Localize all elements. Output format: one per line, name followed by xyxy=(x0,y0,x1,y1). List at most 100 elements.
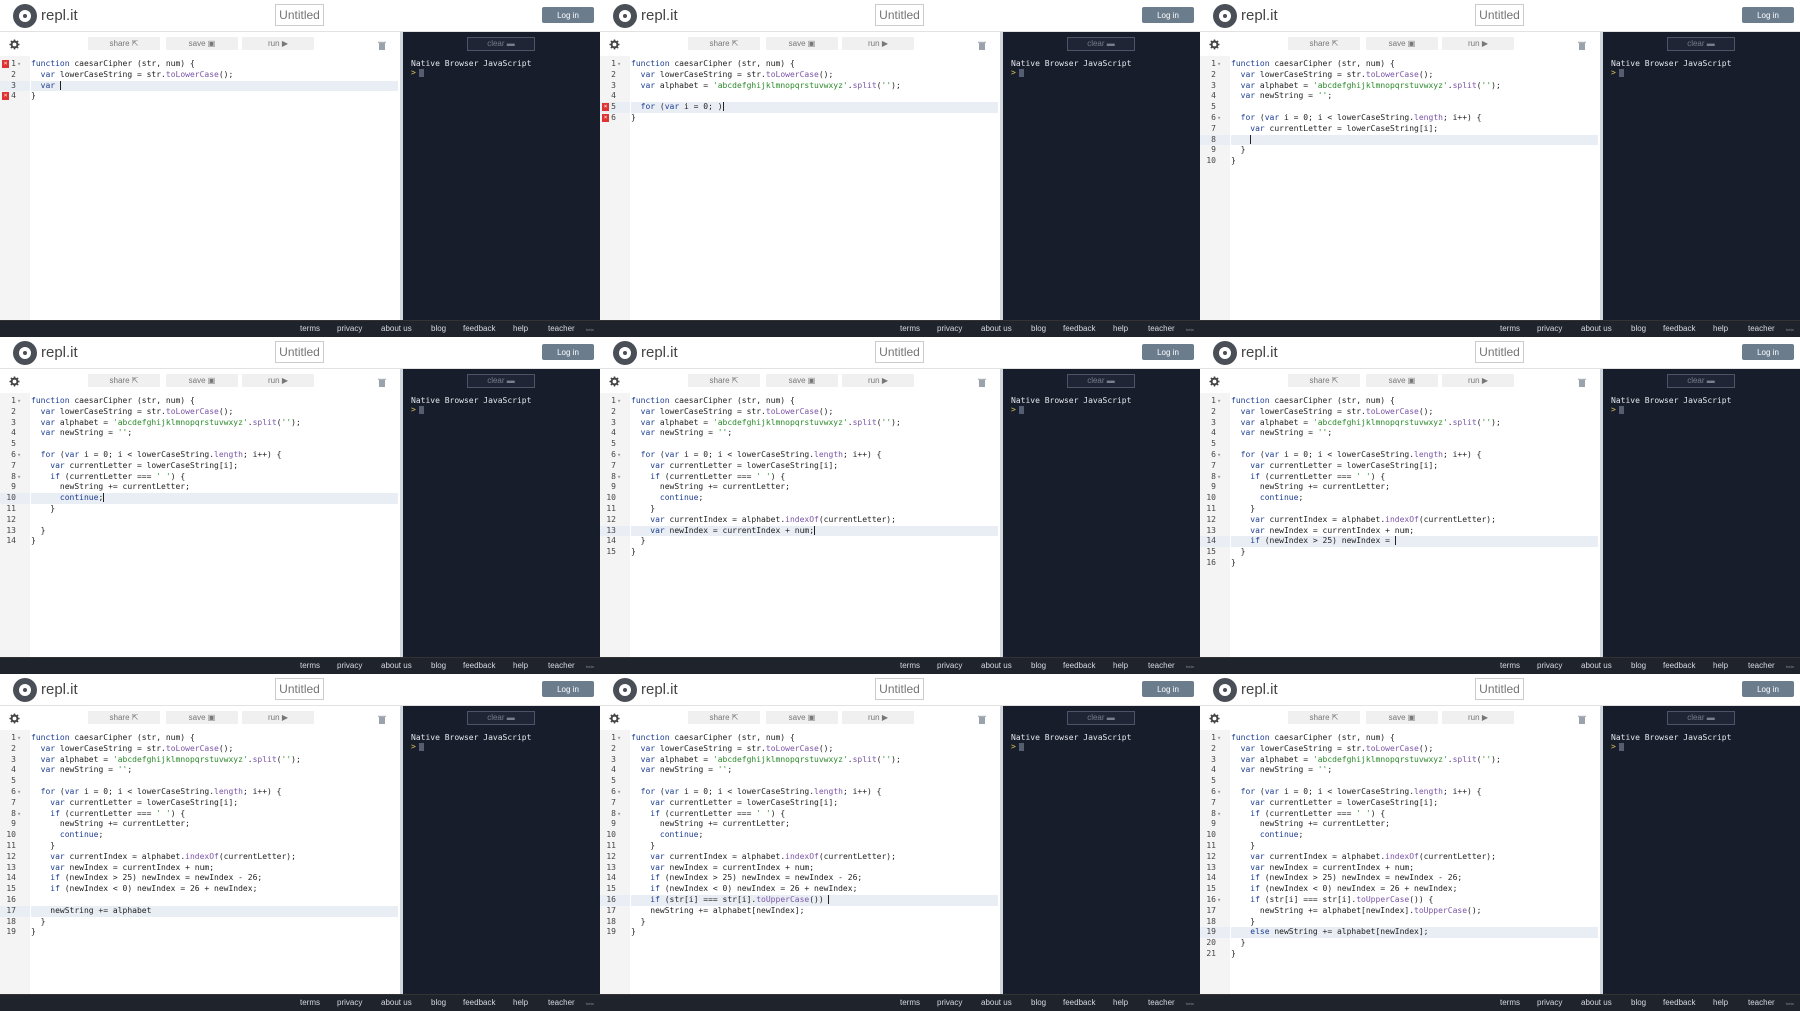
code-line[interactable] xyxy=(631,91,998,102)
footer-link-about[interactable]: about us xyxy=(1581,661,1612,670)
footer-link-teacher[interactable]: teacher xyxy=(548,324,575,333)
footer-link-blog[interactable]: blog xyxy=(1031,998,1046,1007)
code-line[interactable]: var alphabet = 'abcdefghijklmnopqrstuvwx… xyxy=(1231,755,1598,766)
code-line[interactable]: var newString = ''; xyxy=(31,428,398,439)
code-line[interactable]: var alphabet = 'abcdefghijklmnopqrstuvwx… xyxy=(31,418,398,429)
code-line[interactable]: var newString = ''; xyxy=(631,428,998,439)
share-button[interactable]: share ⇱ xyxy=(688,711,760,724)
code-line[interactable]: var lowerCaseString = str.toLowerCase(); xyxy=(631,70,998,81)
clear-button[interactable]: clear ▬ xyxy=(467,711,535,725)
code-area[interactable]: function caesarCipher (str, num) { var l… xyxy=(1231,56,1598,320)
save-button[interactable]: save ▣ xyxy=(166,374,238,387)
code-line[interactable]: function caesarCipher (str, num) { xyxy=(31,733,398,744)
footer-link-feedback[interactable]: feedback xyxy=(1663,998,1695,1007)
code-line[interactable]: } xyxy=(1231,841,1598,852)
logo-text[interactable]: repl.it xyxy=(641,344,678,361)
code-editor[interactable]: share ⇱ save ▣ run ▶ 1 ▾ 2 3 4 5 6 ▾ 7 8 ▾ 9 10 11 12 1… xyxy=(1200,369,1600,657)
code-line[interactable] xyxy=(31,895,398,906)
title-input[interactable] xyxy=(275,678,324,700)
code-area[interactable]: function caesarCipher (str, num) { var l… xyxy=(631,393,998,657)
code-line[interactable]: } xyxy=(1231,145,1598,156)
code-line[interactable]: if (newIndex < 0) newIndex = 26 + newInd… xyxy=(631,884,998,895)
code-line[interactable]: var alphabet = 'abcdefghijklmnopqrstuvwx… xyxy=(1231,418,1598,429)
login-button[interactable]: Log in xyxy=(542,344,594,360)
code-line[interactable]: var currentLetter = lowerCaseString[i]; xyxy=(1231,461,1598,472)
footer-link-about[interactable]: about us xyxy=(381,998,412,1007)
code-area[interactable]: function caesarCipher (str, num) { var l… xyxy=(631,730,998,994)
login-button[interactable]: Log in xyxy=(1142,344,1194,360)
code-line[interactable] xyxy=(1231,776,1598,787)
fold-toggle-icon[interactable]: ▾ xyxy=(17,450,21,461)
code-line[interactable]: var alphabet = 'abcdefghijklmnopqrstuvwx… xyxy=(31,755,398,766)
footer-link-privacy[interactable]: privacy xyxy=(937,324,962,333)
code-line[interactable]: } xyxy=(631,547,998,558)
code-line[interactable]: var newString = ''; xyxy=(1231,428,1598,439)
code-line[interactable]: var currentLetter = lowerCaseString[i]; xyxy=(31,798,398,809)
code-line[interactable]: function caesarCipher (str, num) { xyxy=(631,396,998,407)
code-line[interactable]: continue; xyxy=(31,493,398,504)
run-button[interactable]: run ▶ xyxy=(842,711,914,724)
code-line[interactable]: var newString = ''; xyxy=(1231,765,1598,776)
gear-icon[interactable] xyxy=(1209,376,1220,387)
code-line[interactable]: if (newIndex > 25) newIndex = newIndex -… xyxy=(1231,873,1598,884)
trash-icon[interactable] xyxy=(978,378,986,387)
footer-link-help[interactable]: help xyxy=(1113,661,1128,670)
trash-icon[interactable] xyxy=(378,41,386,50)
share-button[interactable]: share ⇱ xyxy=(688,374,760,387)
code-editor[interactable]: share ⇱ save ▣ run ▶ 1 ▾ 2 3 4 5 6 ▾ 7 8 ▾ 9 10 11 12 1… xyxy=(1200,706,1600,994)
footer-link-help[interactable]: help xyxy=(1713,998,1728,1007)
fold-toggle-icon[interactable]: ▾ xyxy=(617,59,621,70)
fold-toggle-icon[interactable]: ▾ xyxy=(1217,59,1221,70)
footer-link-help[interactable]: help xyxy=(513,661,528,670)
code-line[interactable]: var xyxy=(31,80,398,92)
code-line[interactable]: function caesarCipher (str, num) { xyxy=(631,59,998,70)
footer-link-teacher[interactable]: teacher xyxy=(1148,324,1175,333)
title-input[interactable] xyxy=(1475,4,1524,26)
footer-link-privacy[interactable]: privacy xyxy=(337,661,362,670)
gear-icon[interactable] xyxy=(9,39,20,50)
code-line[interactable]: } xyxy=(31,526,398,537)
code-line[interactable] xyxy=(631,776,998,787)
trash-icon[interactable] xyxy=(378,378,386,387)
code-line[interactable]: for (var i = 0; ) xyxy=(631,102,998,113)
code-line[interactable]: } xyxy=(1231,156,1598,167)
footer-link-about[interactable]: about us xyxy=(1581,998,1612,1007)
code-line[interactable]: var currentLetter = lowerCaseString[i]; xyxy=(1231,798,1598,809)
clear-button[interactable]: clear ▬ xyxy=(1667,711,1735,725)
code-line[interactable] xyxy=(31,439,398,450)
console-pane[interactable]: clear ▬ Native Browser JavaScript > xyxy=(403,706,600,994)
code-line[interactable]: for (var i = 0; i < lowerCaseString.leng… xyxy=(1231,450,1598,461)
code-line[interactable]: } xyxy=(31,91,398,102)
fold-toggle-icon[interactable]: ▾ xyxy=(1217,396,1221,407)
code-line[interactable]: for (var i = 0; i < lowerCaseString.leng… xyxy=(1231,113,1598,124)
save-button[interactable]: save ▣ xyxy=(1366,37,1438,50)
logo-text[interactable]: repl.it xyxy=(1241,681,1278,698)
code-line[interactable]: var lowerCaseString = str.toLowerCase(); xyxy=(1231,744,1598,755)
console-pane[interactable]: clear ▬ Native Browser JavaScript > xyxy=(403,369,600,657)
login-button[interactable]: Log in xyxy=(1142,7,1194,23)
footer-link-help[interactable]: help xyxy=(513,998,528,1007)
clear-button[interactable]: clear ▬ xyxy=(1667,374,1735,388)
fold-toggle-icon[interactable]: ▾ xyxy=(617,733,621,744)
gear-icon[interactable] xyxy=(1209,39,1220,50)
footer-link-terms[interactable]: terms xyxy=(900,661,920,670)
console-pane[interactable]: clear ▬ Native Browser JavaScript > xyxy=(1603,369,1800,657)
clear-button[interactable]: clear ▬ xyxy=(467,374,535,388)
footer-link-feedback[interactable]: feedback xyxy=(463,324,495,333)
fold-toggle-icon[interactable]: ▾ xyxy=(1217,809,1221,820)
code-line[interactable]: } xyxy=(31,536,398,547)
code-line[interactable]: } xyxy=(631,841,998,852)
code-editor[interactable]: share ⇱ save ▣ run ▶ × 1 ▾ 2 3 × 4 function ca… xyxy=(0,32,400,320)
code-line[interactable]: var currentLetter = lowerCaseString[i]; xyxy=(31,461,398,472)
login-button[interactable]: Log in xyxy=(1742,7,1794,23)
clear-button[interactable]: clear ▬ xyxy=(1067,374,1135,388)
replit-logo-icon[interactable] xyxy=(1213,678,1237,702)
code-line[interactable]: if (currentLetter === ' ') { xyxy=(631,809,998,820)
code-line[interactable]: for (var i = 0; i < lowerCaseString.leng… xyxy=(31,787,398,798)
code-line[interactable]: var currentIndex = alphabet.indexOf(curr… xyxy=(1231,852,1598,863)
footer-link-privacy[interactable]: privacy xyxy=(937,998,962,1007)
trash-icon[interactable] xyxy=(1578,715,1586,724)
run-button[interactable]: run ▶ xyxy=(842,37,914,50)
run-button[interactable]: run ▶ xyxy=(242,374,314,387)
console-pane[interactable]: clear ▬ Native Browser JavaScript > xyxy=(1003,706,1200,994)
